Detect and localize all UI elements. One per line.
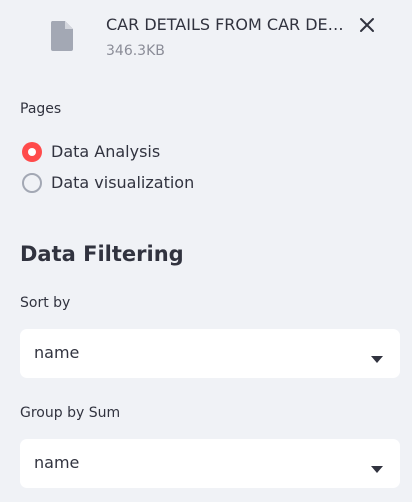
sort-by-label: Sort by [20, 295, 71, 311]
group-by-sum-value: name [34, 453, 80, 472]
file-name: CAR DETAILS FROM CAR DEKHO.csv [106, 15, 354, 34]
radio-option-data-analysis[interactable]: Data Analysis [20, 138, 160, 166]
close-icon [359, 17, 375, 33]
remove-file-button[interactable] [355, 13, 379, 37]
caret-down-icon [371, 459, 383, 473]
uploaded-file-row: CAR DETAILS FROM CAR DEKHO.csv 346.3KB [0, 0, 412, 80]
group-by-sum-select[interactable]: name [20, 439, 400, 488]
file-icon [49, 20, 75, 52]
sidebar: CAR DETAILS FROM CAR DEKHO.csv 346.3KB P… [0, 0, 412, 502]
file-size: 346.3KB [106, 43, 165, 59]
data-filtering-heading: Data Filtering [20, 242, 184, 266]
radio-unchecked-icon[interactable] [22, 173, 42, 193]
radio-checked-icon[interactable] [22, 142, 42, 162]
sort-by-select[interactable]: name [20, 329, 400, 378]
caret-down-icon [371, 349, 383, 363]
radio-label: Data Analysis [51, 142, 161, 161]
pages-label: Pages [20, 101, 62, 117]
radio-label: Data visualization [51, 173, 195, 192]
radio-option-data-visualization[interactable]: Data visualization [20, 169, 194, 197]
sort-by-value: name [34, 343, 80, 362]
group-by-sum-label: Group by Sum [20, 405, 121, 421]
